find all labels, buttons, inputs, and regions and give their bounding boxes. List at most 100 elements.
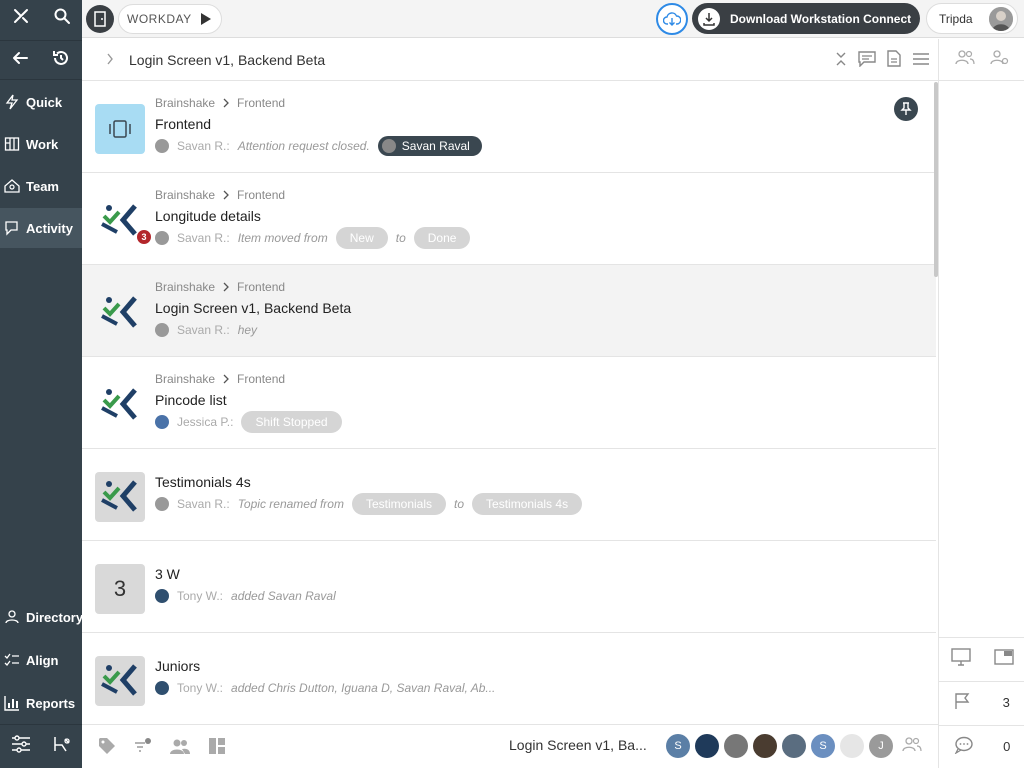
activity-text: Attention request closed. xyxy=(237,139,370,153)
breadcrumb-project[interactable]: Brainshake xyxy=(155,372,215,386)
avatar[interactable] xyxy=(840,734,864,758)
activity-item[interactable]: 3 Brainshake Frontend Longitude details … xyxy=(82,173,936,265)
list-scrollbar[interactable] xyxy=(934,82,938,277)
avatar[interactable]: J xyxy=(869,734,893,758)
user-chip[interactable]: Savan Raval xyxy=(377,136,482,156)
activity-item[interactable]: Brainshake Frontend Frontend Savan R.: A… xyxy=(82,81,936,173)
workday-label: WORKDAY xyxy=(127,11,192,26)
reports-icon xyxy=(4,696,19,711)
back-arrow-icon[interactable] xyxy=(11,49,29,72)
play-icon xyxy=(200,12,211,25)
picture-in-picture-icon[interactable] xyxy=(993,649,1014,668)
item-title: Frontend xyxy=(155,116,212,132)
breadcrumb: Brainshake Frontend xyxy=(155,280,285,294)
pin-button[interactable] xyxy=(894,97,918,121)
members-icon[interactable] xyxy=(954,49,975,70)
chevron-right-icon[interactable] xyxy=(106,53,114,65)
activity-list: Brainshake Frontend Frontend Savan R.: A… xyxy=(82,81,936,724)
breadcrumb: Brainshake Frontend xyxy=(155,188,285,202)
sidebar-item-work[interactable]: Work xyxy=(0,124,82,164)
history-icon[interactable] xyxy=(51,48,71,73)
avatar[interactable] xyxy=(695,734,719,758)
breadcrumb-section[interactable]: Frontend xyxy=(237,188,285,202)
user-route-icon[interactable] xyxy=(52,735,72,758)
sidebar-item-align[interactable]: Align xyxy=(0,640,82,680)
item-meta: Savan R.: Topic renamed from Testimonial… xyxy=(155,493,583,515)
search-icon[interactable] xyxy=(53,7,71,30)
door-icon xyxy=(94,10,106,27)
chevron-right-icon xyxy=(223,282,229,292)
team-icon xyxy=(4,179,20,193)
item-title: Pincode list xyxy=(155,392,227,408)
cloud-sync-button[interactable] xyxy=(656,3,688,35)
avatar[interactable] xyxy=(724,734,748,758)
breadcrumb-section[interactable]: Frontend xyxy=(237,280,285,294)
avatar[interactable] xyxy=(782,734,806,758)
sidebar-item-label: Directory xyxy=(26,609,84,625)
sidebar-item-reports[interactable]: Reports xyxy=(0,683,82,723)
sidebar: Quick Work Team Activity Directory Align… xyxy=(0,0,84,768)
sidebar-item-label: Align xyxy=(26,652,59,668)
author-name: Tony W.: xyxy=(177,681,224,695)
breadcrumb: Brainshake Frontend xyxy=(155,96,285,110)
breadcrumb-section[interactable]: Frontend xyxy=(237,372,285,386)
download-workstation-button[interactable]: Download Workstation Connect xyxy=(692,3,920,34)
collapse-icon[interactable] xyxy=(835,51,847,72)
members-icon[interactable] xyxy=(902,736,922,757)
activity-item[interactable]: Brainshake Frontend Login Screen v1, Bac… xyxy=(82,265,936,357)
tag-icon[interactable] xyxy=(98,737,116,760)
sidebar-item-quick[interactable]: Quick xyxy=(0,82,82,122)
unread-badge: 3 xyxy=(136,229,152,245)
item-title: Longitude details xyxy=(155,208,261,224)
user-menu[interactable]: Tripda xyxy=(926,3,1018,34)
activity-item[interactable]: Testimonials 4s Savan R.: Topic renamed … xyxy=(82,449,936,541)
tools-icon[interactable] xyxy=(12,7,30,30)
breadcrumb-section[interactable]: Frontend xyxy=(237,96,285,110)
item-meta: Savan R.: Item moved from New to Done xyxy=(155,227,471,249)
status-from-pill: New xyxy=(335,227,388,249)
flag-row[interactable]: 3 xyxy=(939,681,1024,723)
layout-icon[interactable] xyxy=(208,737,226,760)
topic-thumbnail xyxy=(95,104,145,154)
breadcrumb-project[interactable]: Brainshake xyxy=(155,188,215,202)
bottom-tools xyxy=(98,737,226,760)
board-icon xyxy=(4,137,20,151)
avatar xyxy=(989,6,1013,31)
sidebar-item-directory[interactable]: Directory xyxy=(0,597,84,637)
right-panel-header xyxy=(939,39,1024,81)
avatar xyxy=(155,231,169,245)
item-meta: Jessica P.: Shift Stopped xyxy=(155,411,342,433)
people-icon[interactable] xyxy=(170,738,190,759)
activity-item[interactable]: Brainshake Frontend Pincode list Jessica… xyxy=(82,357,936,449)
item-meta: Tony W.: added Savan Raval xyxy=(155,585,336,607)
avatar xyxy=(381,139,396,153)
monitor-icon[interactable] xyxy=(950,648,971,669)
comments-row[interactable]: 0 xyxy=(939,725,1024,767)
activity-item[interactable]: Juniors Tony W.: added Chris Dutton, Igu… xyxy=(82,633,936,724)
breadcrumb-project[interactable]: Brainshake xyxy=(155,96,215,110)
align-icon xyxy=(4,653,19,666)
history-nav xyxy=(0,40,82,80)
settings-sliders-icon[interactable] xyxy=(11,735,31,758)
item-meta: Tony W.: added Chris Dutton, Iguana D, S… xyxy=(155,677,495,699)
menu-icon[interactable] xyxy=(912,52,930,71)
author-name: Savan R.: xyxy=(177,497,230,511)
status-pill: Shift Stopped xyxy=(241,411,342,433)
filter-icon[interactable] xyxy=(134,737,152,760)
avatar[interactable]: S xyxy=(811,734,835,758)
breadcrumb-project[interactable]: Brainshake xyxy=(155,280,215,294)
sidebar-item-team[interactable]: Team xyxy=(0,166,82,206)
avatar[interactable] xyxy=(753,734,777,758)
avatar[interactable]: S xyxy=(666,734,690,758)
document-icon[interactable] xyxy=(887,50,901,72)
topic-thumbnail xyxy=(95,380,145,430)
workday-toggle[interactable]: WORKDAY xyxy=(118,3,222,34)
comment-icon[interactable] xyxy=(858,50,876,72)
activity-item[interactable]: 3 3 W Tony W.: added Savan Raval xyxy=(82,541,936,633)
item-title: 3 W xyxy=(155,566,180,582)
door-button[interactable] xyxy=(86,4,114,33)
assign-user-icon[interactable] xyxy=(989,49,1009,70)
current-topic-title: Login Screen v1, Ba... xyxy=(509,737,647,753)
sidebar-top-row xyxy=(0,0,82,36)
sidebar-item-activity[interactable]: Activity xyxy=(0,208,82,248)
